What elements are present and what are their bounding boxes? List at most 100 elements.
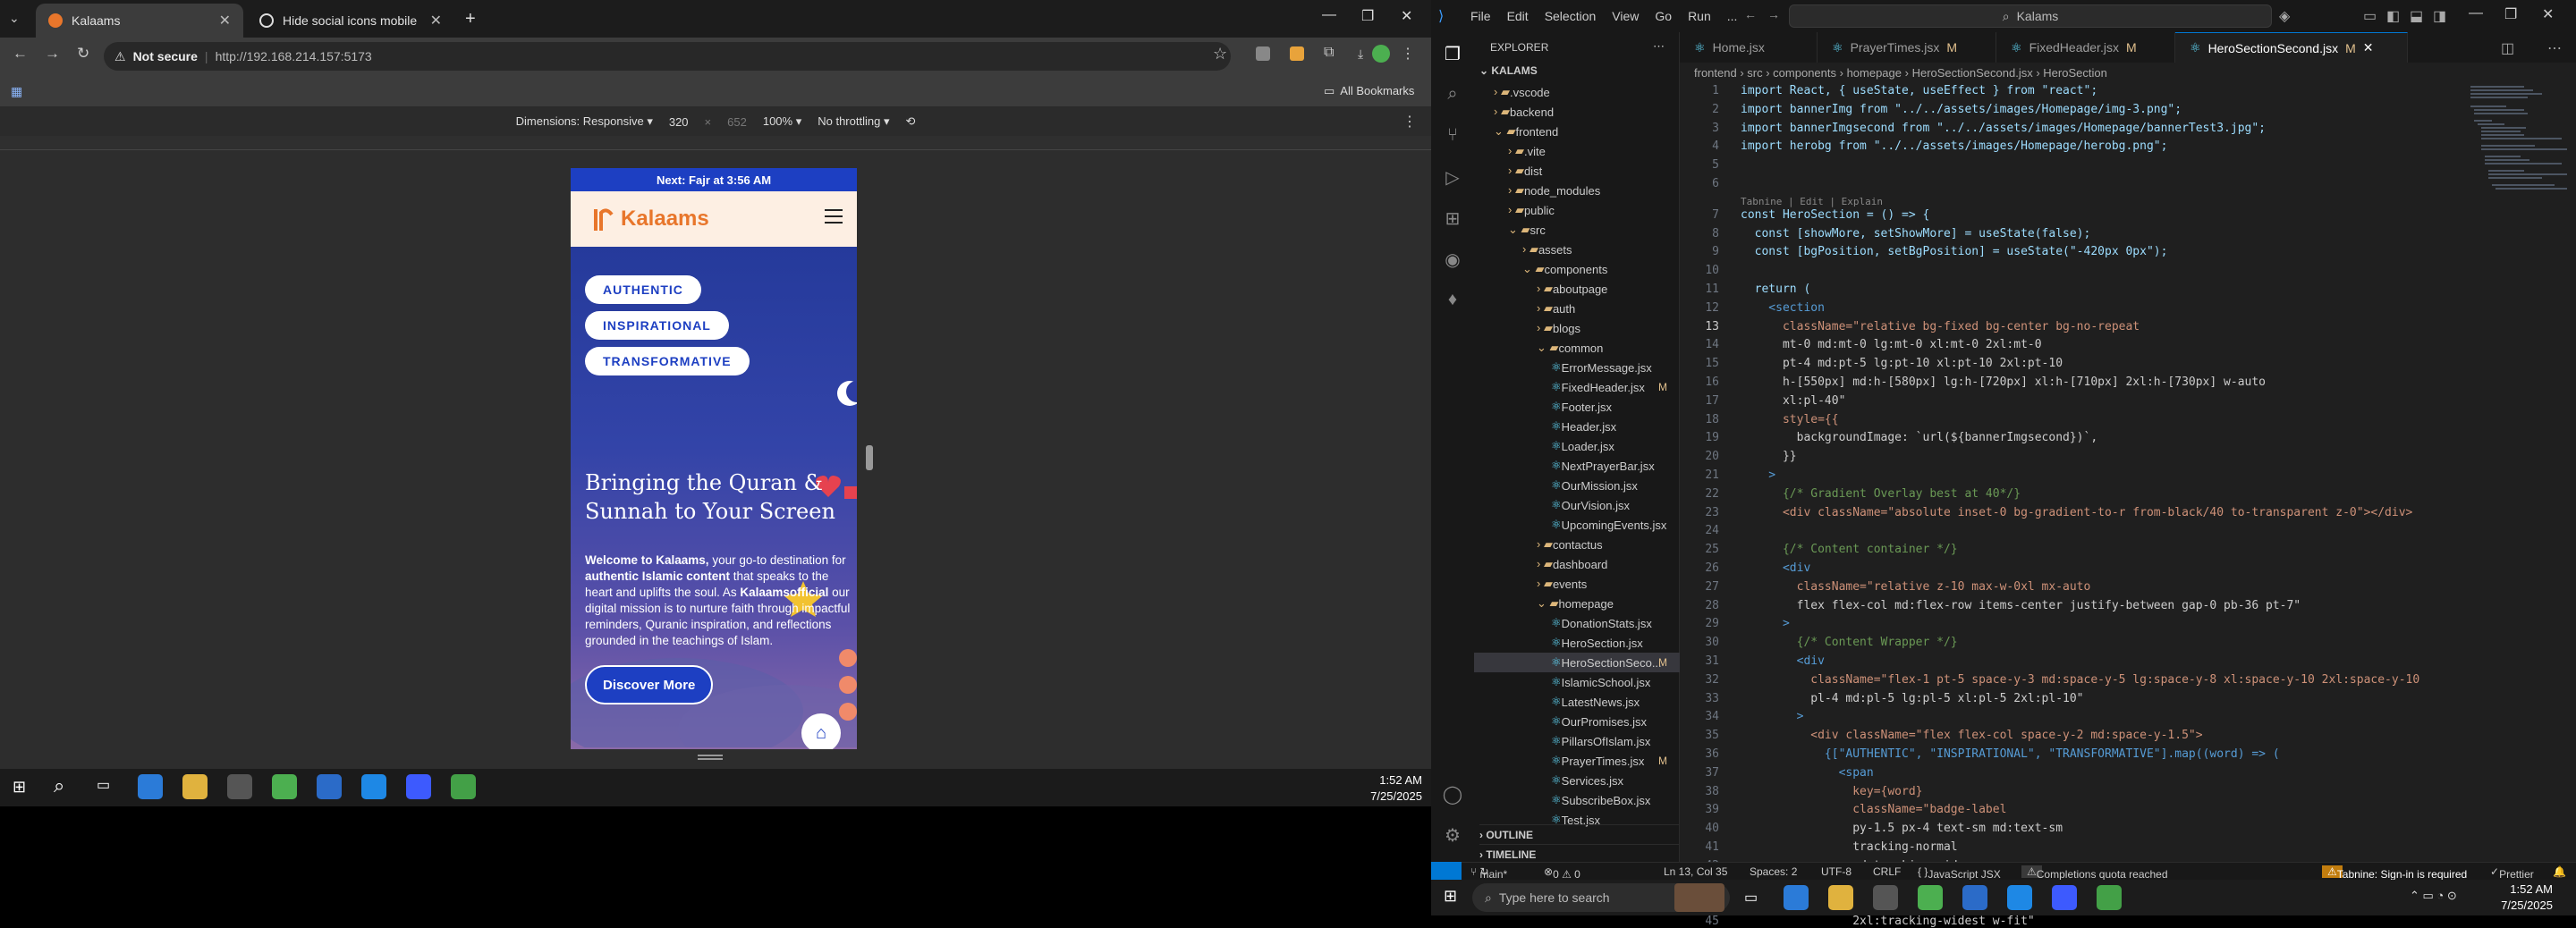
- tree-file[interactable]: ⚛ OurVision.jsx: [1474, 495, 1680, 515]
- forward-icon[interactable]: →: [45, 45, 60, 63]
- prettier-status[interactable]: ✓ Prettier: [2490, 865, 2534, 881]
- editor-tab-fixedheader[interactable]: ⚛ FixedHeader.jsx M: [1996, 32, 2175, 63]
- remote-indicator-icon[interactable]: [1431, 862, 1462, 880]
- search-icon[interactable]: ⌕: [54, 774, 64, 797]
- timeline-section[interactable]: › TIMELINE: [1479, 844, 1680, 861]
- editor-more-icon[interactable]: ⋯: [2547, 39, 2562, 57]
- menu-icon[interactable]: ⋮: [1401, 45, 1415, 63]
- close-tab-icon[interactable]: ✕: [2363, 40, 2374, 55]
- tree-file[interactable]: ⚛ ErrorMessage.jsx: [1474, 358, 1680, 377]
- menu-more[interactable]: ...: [1727, 9, 1738, 23]
- explorer-icon[interactable]: ❐: [1442, 43, 1463, 64]
- tree-folder[interactable]: › ▰ aboutpage: [1474, 279, 1680, 299]
- site-logo[interactable]: Kalaams: [590, 204, 709, 234]
- store-icon[interactable]: [1873, 885, 1898, 910]
- menu-file[interactable]: File: [1470, 9, 1491, 23]
- hamburger-menu-icon[interactable]: [825, 209, 843, 224]
- nav-back-icon[interactable]: ←: [1744, 7, 1757, 21]
- tree-folder[interactable]: ⌄ ▰ frontend: [1474, 122, 1680, 141]
- menu-run[interactable]: Run: [1688, 9, 1711, 23]
- tree-folder[interactable]: › ▰ dist: [1474, 161, 1680, 181]
- apps-grid-icon[interactable]: ▦: [11, 84, 22, 99]
- bottom-resize-handle[interactable]: [698, 755, 723, 760]
- tree-file[interactable]: ⚛ OurMission.jsx: [1474, 476, 1680, 495]
- app-icon[interactable]: [1962, 885, 1987, 910]
- crumb[interactable]: src: [1747, 66, 1762, 80]
- minimize-icon[interactable]: —: [1322, 7, 1336, 23]
- crumb[interactable]: frontend: [1694, 66, 1737, 80]
- run-debug-icon[interactable]: ▷: [1442, 166, 1463, 188]
- dimensions-select[interactable]: Dimensions: Responsive ▾: [516, 114, 653, 129]
- restore-icon[interactable]: ❐: [1361, 7, 1374, 25]
- tree-file[interactable]: ⚛ DonationStats.jsx: [1474, 613, 1680, 633]
- nav-forward-icon[interactable]: →: [1767, 7, 1780, 21]
- tree-file[interactable]: ⚛ Header.jsx: [1474, 417, 1680, 436]
- store-icon[interactable]: [227, 774, 252, 799]
- split-editor-icon[interactable]: ◫: [2501, 39, 2514, 57]
- edge-icon[interactable]: [1784, 885, 1809, 910]
- chrome-icon[interactable]: [451, 774, 476, 799]
- app-icon[interactable]: [317, 774, 342, 799]
- close-window-icon[interactable]: ✕: [2542, 5, 2554, 23]
- zoom-select[interactable]: 100% ▾: [763, 114, 801, 129]
- crumb[interactable]: HeroSectionSecond.jsx: [1912, 66, 2033, 80]
- reload-icon[interactable]: ↻: [77, 45, 89, 63]
- notifications-icon[interactable]: 🔔: [2553, 865, 2566, 878]
- task-view-icon[interactable]: ▭: [97, 776, 110, 794]
- close-tab-icon[interactable]: ✕: [430, 12, 442, 30]
- vscode-icon[interactable]: [2007, 885, 2032, 910]
- copilot-status[interactable]: ⚠ Completions quota reached: [2021, 865, 2168, 881]
- tree-file[interactable]: ⚛ LatestNews.jsx: [1474, 692, 1680, 712]
- tree-folder[interactable]: › ▰ dashboard: [1474, 554, 1680, 574]
- menu-view[interactable]: View: [1612, 9, 1639, 23]
- download-icon[interactable]: ⤓: [1358, 46, 1363, 62]
- tree-file[interactable]: ⚛ HeroSection.jsx: [1474, 633, 1680, 653]
- tree-file[interactable]: ⚛ Loader.jsx: [1474, 436, 1680, 456]
- github-icon[interactable]: ◉: [1442, 249, 1463, 270]
- codelens[interactable]: Tabnine | Edit | Explain: [1741, 196, 1883, 207]
- back-icon[interactable]: ←: [13, 45, 28, 63]
- discover-more-button[interactable]: Discover More: [585, 665, 714, 704]
- crumb[interactable]: HeroSection: [2043, 66, 2107, 80]
- extension-icon[interactable]: [1256, 46, 1270, 61]
- close-tab-icon[interactable]: ✕: [219, 12, 231, 30]
- menu-go[interactable]: Go: [1655, 9, 1672, 23]
- zoom-app-icon[interactable]: [2052, 885, 2077, 910]
- tree-folder[interactable]: ⌄ ▰ common: [1474, 338, 1680, 358]
- source-control-icon[interactable]: ⑂: [1442, 125, 1463, 147]
- tree-folder[interactable]: › ▰ backend: [1474, 102, 1680, 122]
- tree-folder[interactable]: › ▰ node_modules: [1474, 181, 1680, 200]
- indentation[interactable]: Spaces: 2: [1750, 865, 1797, 878]
- tree-folder[interactable]: › ▰ blogs: [1474, 318, 1680, 338]
- toggle-panel-icon[interactable]: ⬓: [2410, 7, 2423, 25]
- mongodb-icon[interactable]: ♦: [1442, 290, 1463, 311]
- windows-start-icon[interactable]: ⊞: [1444, 887, 1457, 906]
- new-tab-icon[interactable]: +: [465, 9, 476, 30]
- encoding[interactable]: UTF-8: [1821, 865, 1852, 878]
- zoom-app-icon[interactable]: [406, 774, 431, 799]
- outline-section[interactable]: › OUTLINE: [1479, 824, 1680, 841]
- rotate-icon[interactable]: ⟲: [905, 114, 915, 129]
- file-explorer-icon[interactable]: [182, 774, 208, 799]
- chrome-icon[interactable]: [2097, 885, 2122, 910]
- chrome-icon[interactable]: [272, 774, 297, 799]
- tree-folder[interactable]: › ▰ .vscode: [1474, 82, 1680, 102]
- copilot-icon[interactable]: ◈: [2279, 7, 2290, 25]
- extension-icon[interactable]: [1290, 46, 1304, 61]
- tabnine-status[interactable]: ⚠ Tabnine: Sign-in is required: [2322, 865, 2467, 881]
- tree-file[interactable]: ⚛ NextPrayerBar.jsx: [1474, 456, 1680, 476]
- tree-file[interactable]: ⚛ SubscribeBox.jsx: [1474, 790, 1680, 810]
- tray-icons[interactable]: ⌃ ▭ ◔ ⊙: [2410, 889, 2457, 903]
- file-explorer-icon[interactable]: [1828, 885, 1853, 910]
- settings-gear-icon[interactable]: ⚙: [1442, 824, 1463, 846]
- tree-folder[interactable]: › ▰ auth: [1474, 299, 1680, 318]
- chrome-icon[interactable]: [1918, 885, 1943, 910]
- editor-tab-home[interactable]: ⚛ Home.jsx: [1680, 32, 1818, 63]
- bookmark-star-icon[interactable]: ☆: [1213, 45, 1227, 63]
- tree-folder[interactable]: › ▰ public: [1474, 200, 1680, 220]
- command-center[interactable]: ⌕ Kalams: [1789, 4, 2272, 28]
- menu-selection[interactable]: Selection: [1545, 9, 1597, 23]
- search-icon[interactable]: ⌕: [1442, 84, 1463, 105]
- tree-folder[interactable]: › ▰ events: [1474, 574, 1680, 594]
- minimize-icon[interactable]: —: [2469, 5, 2483, 21]
